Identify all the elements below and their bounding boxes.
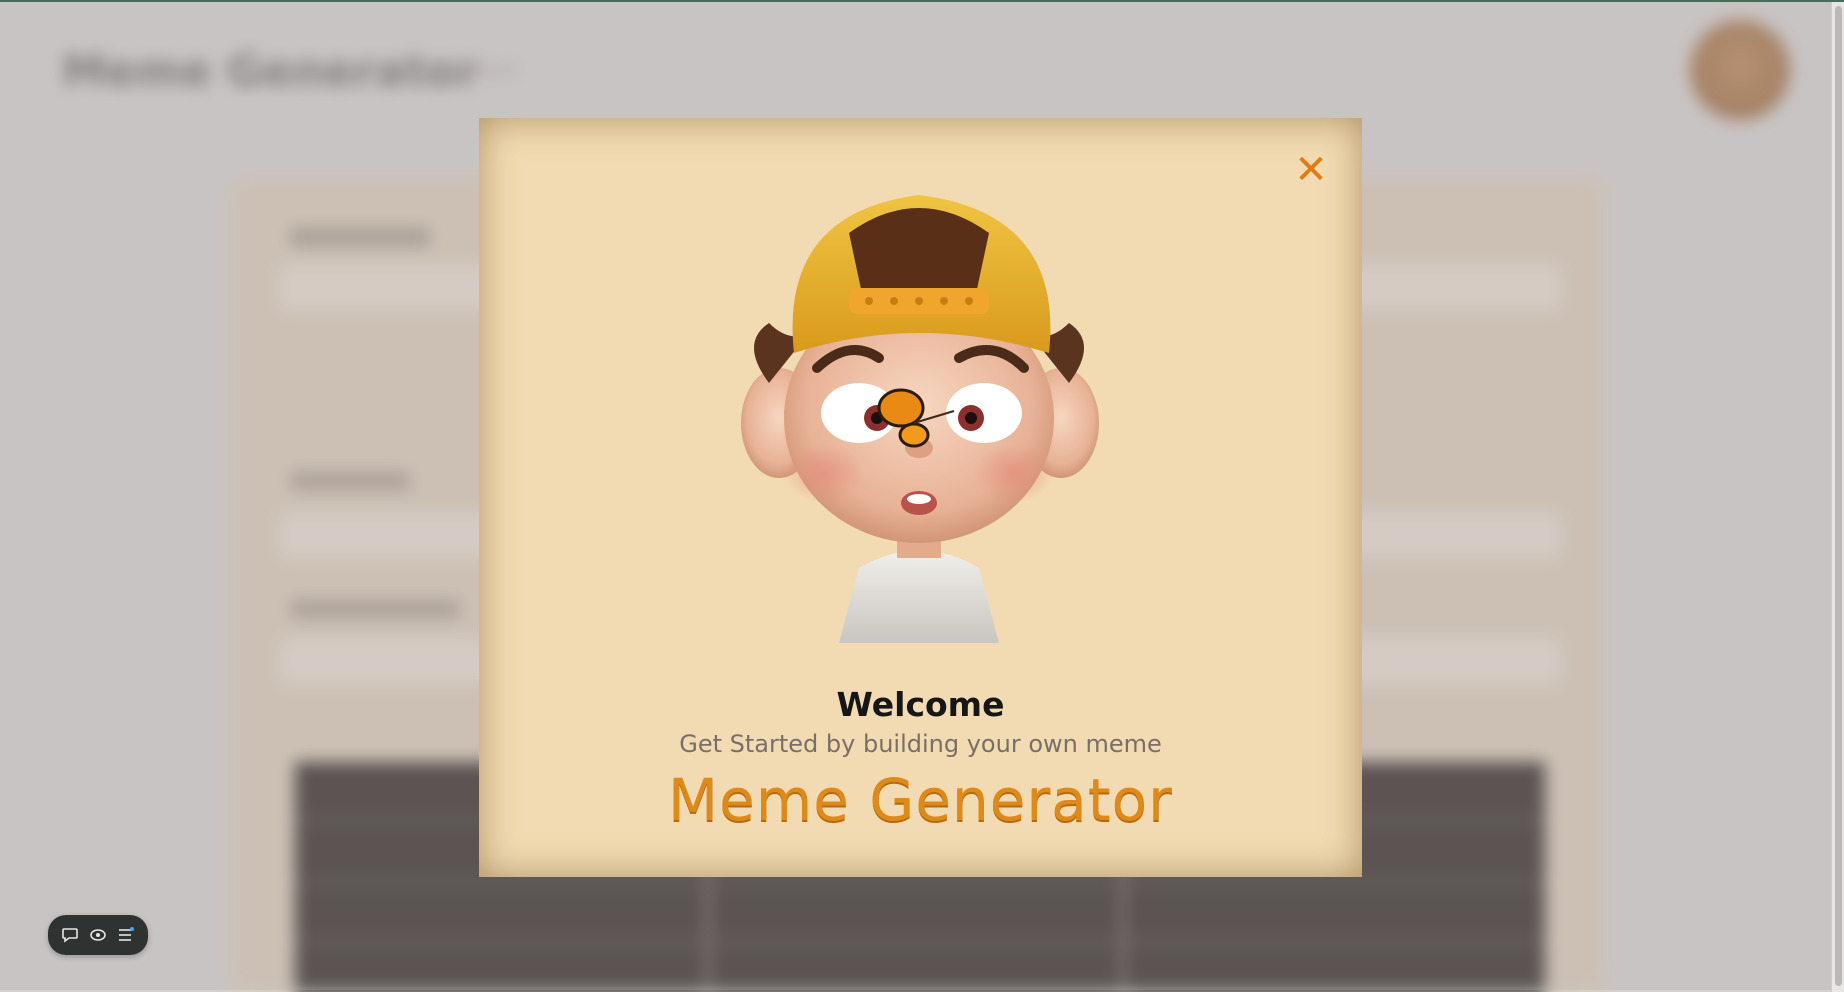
floating-toolbar [48, 915, 148, 955]
welcome-modal: ✕ Welcome Get Started by building your o… [479, 118, 1362, 877]
hero-illustration [741, 195, 1099, 643]
close-button[interactable]: ✕ [1289, 148, 1333, 192]
welcome-heading: Welcome [836, 685, 1005, 724]
list-icon[interactable] [115, 924, 137, 946]
scrollbar[interactable] [1831, 2, 1844, 992]
brand-title: Meme Generator [668, 766, 1173, 834]
eye-icon[interactable] [87, 924, 109, 946]
scrollbar-thumb[interactable] [1835, 6, 1842, 986]
chat-bubble-icon[interactable] [59, 924, 81, 946]
welcome-subtitle: Get Started by building your own meme [679, 730, 1162, 758]
